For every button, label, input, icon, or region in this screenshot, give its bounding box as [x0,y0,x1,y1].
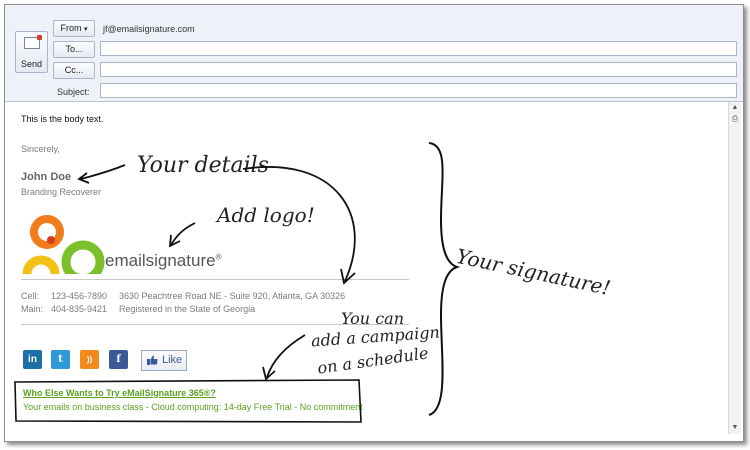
email-compose-window: Send From ▾ jf@emailsignature.com To... … [4,4,744,442]
arrow-to-details [80,164,126,180]
arrow-to-signature [242,166,356,282]
arrow-to-campaign [266,334,306,378]
signature-brace [428,142,461,416]
arrow-to-logo [170,222,196,246]
annotation-drawings [77,142,461,416]
